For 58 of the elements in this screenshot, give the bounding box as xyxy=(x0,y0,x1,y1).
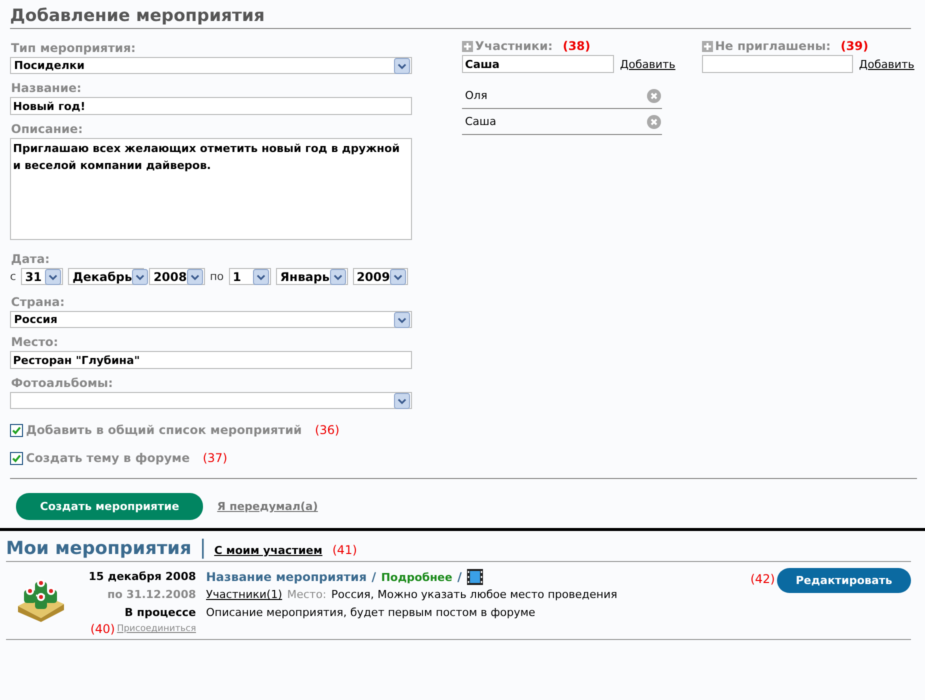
annotation-number: (42) xyxy=(750,572,775,586)
field-label: Место: xyxy=(11,335,60,349)
field-label: Фотоальбомы: xyxy=(11,376,114,390)
annotation-number: (41) xyxy=(332,543,358,557)
not-invited-label: Не приглашены: xyxy=(715,39,831,53)
checkbox-label: Создать тему в форуме xyxy=(26,451,190,465)
field-label: Название: xyxy=(11,81,82,95)
separator: | xyxy=(199,535,206,559)
event-date: 15 декабря 2008 xyxy=(88,569,196,585)
date-prefix: по xyxy=(210,270,224,283)
event-description: Описание мероприятия, будет первым постом в форуме xyxy=(206,605,536,621)
date-select[interactable]: 1 xyxy=(228,268,272,285)
name-field[interactable]: Новый год! xyxy=(10,97,412,115)
date-select[interactable]: Январь xyxy=(276,268,348,285)
field-label: Страна: xyxy=(11,295,66,309)
country-select[interactable]: Россия xyxy=(10,311,412,328)
section-title: Мои мероприятия xyxy=(6,538,192,559)
checkbox[interactable] xyxy=(10,452,23,464)
place-field[interactable]: Ресторан "Глубина" xyxy=(10,351,412,369)
date-select[interactable]: 2009 xyxy=(352,268,408,285)
cancel-link[interactable]: Я передумал(а) xyxy=(217,500,318,513)
annotation-number: (36) xyxy=(314,423,340,437)
field-label: Тип мероприятия: xyxy=(11,41,137,55)
field-label: Описание: xyxy=(11,122,84,136)
add-link[interactable]: Добавить xyxy=(859,58,914,70)
separator: / xyxy=(372,570,376,584)
participant-field[interactable]: Саша xyxy=(462,55,614,73)
participation-tab[interactable]: С моим участием xyxy=(214,544,322,557)
participants-link[interactable]: Участники(1) xyxy=(206,586,282,604)
film-icon[interactable] xyxy=(466,569,483,585)
event-name-link[interactable]: Название мероприятия xyxy=(206,570,367,584)
sushi-icon xyxy=(16,578,66,622)
place-label: Место: xyxy=(287,587,326,603)
not-invited-field[interactable] xyxy=(702,55,853,73)
participant-name: Оля xyxy=(465,89,488,102)
date-select[interactable]: 31 xyxy=(21,268,64,285)
participants-label: Участники: xyxy=(475,39,553,53)
type-select[interactable]: Посиделки xyxy=(10,57,412,74)
checkbox-label: Добавить в общий список мероприятий xyxy=(26,423,302,437)
more-link[interactable]: Подробнее xyxy=(381,570,452,584)
participant-name: Саша xyxy=(465,115,496,128)
separator: / xyxy=(457,570,462,584)
annotation-number: (40) xyxy=(90,622,115,636)
annotation-number: (37) xyxy=(202,451,228,465)
description-field[interactable]: Приглашаю всех желающих отметить новый год в дружной и веселой компании дайверов. xyxy=(10,138,412,240)
create-event-button[interactable]: Создать мероприятие xyxy=(16,493,204,520)
add-link[interactable]: Добавить xyxy=(620,58,676,70)
annotation-number: (38) xyxy=(562,39,590,53)
field-label: Дата: xyxy=(11,252,51,266)
edit-button[interactable]: Редактировать xyxy=(777,568,911,593)
event-place: Россия, Можно указать любое место проведения xyxy=(331,587,618,603)
event-status: В процессе xyxy=(124,605,196,621)
annotation-number: (39) xyxy=(840,39,868,53)
event-end-date: по 31.12.2008 xyxy=(107,587,196,603)
page-title: Добавление мероприятия xyxy=(10,2,911,29)
checkbox[interactable] xyxy=(10,424,23,436)
date-prefix: с xyxy=(10,270,16,283)
date-select[interactable]: 2008 xyxy=(149,268,205,285)
